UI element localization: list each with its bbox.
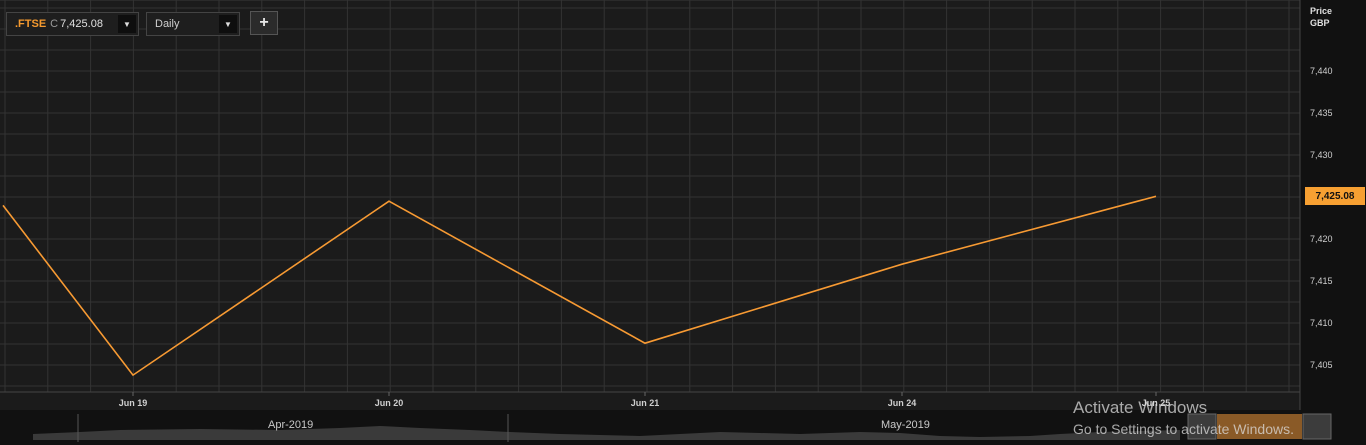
y-tick-label: 7,415 (1310, 276, 1333, 286)
price-data-point (387, 199, 391, 203)
symbol-selector[interactable]: .FTSE C 7,425.08 ▼ (6, 12, 139, 36)
add-indicator-button[interactable]: + (250, 11, 278, 35)
interval-selector[interactable]: Daily ▼ (146, 12, 240, 36)
axis-header-currency: GBP (1310, 18, 1330, 28)
x-tick-label: Jun 24 (888, 398, 917, 408)
last-value: 7,425.08 (60, 18, 103, 30)
activation-watermark-title: Activate Windows (1073, 398, 1208, 417)
activation-watermark-subtitle: Go to Settings to activate Windows. (1073, 421, 1294, 437)
price-chart[interactable]: 7,405 7,410 7,415 7,420 7,430 7,435 7,440 Jun 1… (0, 0, 1366, 410)
x-tick-label: Jun 19 (119, 398, 148, 408)
price-data-point (900, 262, 904, 266)
interval-label: Daily (155, 18, 180, 30)
x-tick-label: Jun 20 (375, 398, 404, 408)
y-tick-label: 7,405 (1310, 360, 1333, 370)
y-tick-label: 7,420 (1310, 234, 1333, 244)
symbol-label: .FTSE (15, 18, 47, 30)
axis-header: Price GBP (1310, 5, 1332, 29)
price-data-point (131, 373, 135, 377)
price-data-point (1, 203, 5, 207)
current-price-badge: 7,425.08 (1305, 187, 1365, 205)
chevron-down-icon[interactable]: ▼ (118, 15, 136, 33)
chevron-down-icon[interactable]: ▼ (219, 15, 237, 33)
y-tick-label: 7,435 (1310, 108, 1333, 118)
price-data-point (1154, 194, 1158, 198)
y-tick-label: 7,430 (1310, 150, 1333, 160)
close-flag: C (50, 18, 59, 30)
navigator-right-handle[interactable] (1302, 413, 1332, 440)
y-tick-label: 7,410 (1310, 318, 1333, 328)
axis-header-price: Price (1310, 6, 1333, 16)
price-data-point (643, 341, 647, 345)
x-tick-label: Jun 21 (631, 398, 660, 408)
navigator-area (33, 426, 1180, 440)
y-tick-label: 7,440 (1310, 66, 1333, 76)
navigator-month-label: Apr-2019 (268, 419, 314, 431)
navigator-month-label: May-2019 (881, 419, 930, 431)
